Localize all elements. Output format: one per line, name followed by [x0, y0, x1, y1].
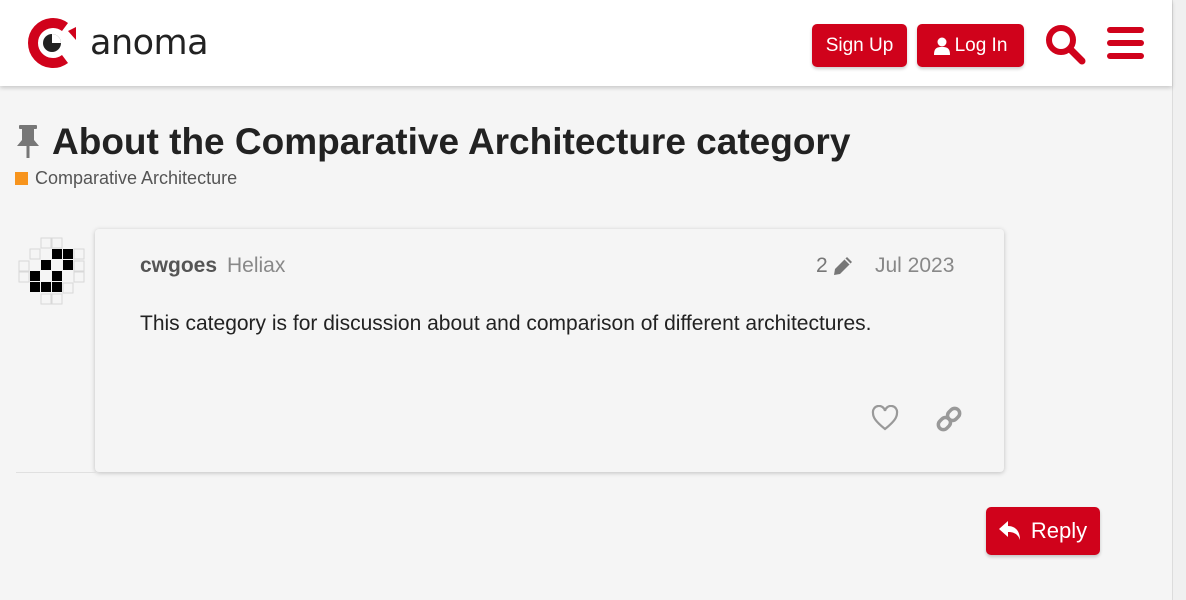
category-color-swatch [15, 171, 28, 185]
topic-title[interactable]: About the Comparative Architecture categ… [52, 120, 850, 164]
search-icon[interactable] [1044, 23, 1086, 65]
site-header: anoma Sign Up Log In [0, 0, 1172, 86]
site-logo[interactable]: anoma [28, 16, 209, 70]
log-in-label: Log In [954, 34, 1008, 56]
page-scrollbar[interactable] [1172, 0, 1186, 600]
author-avatar[interactable] [16, 236, 85, 305]
post-body: This category is for discussion about an… [140, 312, 872, 335]
link-icon[interactable] [935, 405, 963, 433]
reply-label: Reply [1030, 518, 1088, 543]
category-label: Comparative Architecture [35, 168, 238, 188]
post-divider [16, 472, 96, 473]
user-icon [933, 37, 950, 55]
reply-button[interactable]: Reply [986, 507, 1100, 555]
edit-count: 2 [816, 254, 828, 277]
sign-up-button[interactable]: Sign Up [812, 24, 907, 67]
author-organization: Heliax [227, 254, 286, 277]
edit-history-button[interactable]: 2 [816, 254, 854, 278]
pin-icon [17, 125, 39, 158]
topic-title-row: About the Comparative Architecture categ… [14, 120, 850, 164]
post-date[interactable]: Jul 2023 [875, 254, 954, 278]
hamburger-menu-icon[interactable] [1107, 26, 1144, 60]
identicon-avatar [18, 237, 85, 305]
heart-icon[interactable] [871, 405, 899, 431]
anoma-logo-icon [28, 18, 76, 68]
pencil-icon [833, 257, 852, 275]
post-card: cwgoes Heliax 2 Jul 2023 This category i… [95, 229, 1004, 472]
category-badge[interactable]: Comparative Architecture [15, 167, 237, 189]
log-in-button[interactable]: Log In [917, 24, 1024, 67]
author-username[interactable]: cwgoes [140, 254, 217, 278]
reply-arrow-icon [998, 521, 1020, 540]
sign-up-label: Sign Up [825, 34, 894, 56]
logo-text: anoma [90, 22, 209, 63]
